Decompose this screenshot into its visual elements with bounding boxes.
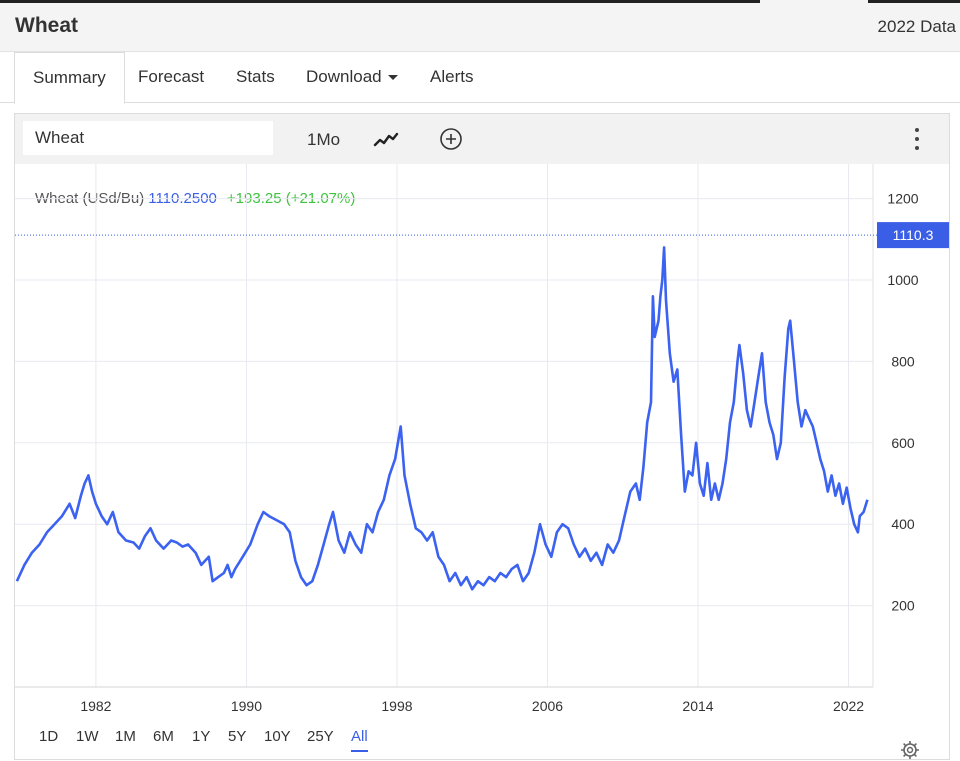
price-chart[interactable]: 1982 1990 1998 2006 2014 2022 200 400 600 800 100…	[15, 164, 949, 759]
more-menu-icon[interactable]	[903, 126, 931, 152]
range-1y[interactable]: 1Y	[192, 728, 210, 745]
y-tick-label: 1200	[887, 191, 918, 207]
x-tick-label: 2022	[833, 698, 864, 714]
tab-bar: Summary Forecast Stats Download Alerts	[0, 52, 960, 104]
y-tick-label: 1000	[887, 272, 918, 288]
tab-alerts[interactable]: Alerts	[430, 52, 473, 103]
y-tick-label: 800	[891, 353, 915, 369]
x-tick-label: 1998	[381, 698, 412, 714]
x-tick-label: 2014	[682, 698, 713, 714]
y-tick-label: 600	[891, 435, 915, 451]
chart-toolbar: 1Mo	[15, 114, 949, 164]
tab-stats[interactable]: Stats	[236, 52, 275, 103]
x-tick-label: 2006	[532, 698, 563, 714]
y-axis: 200 400 600 800 1000 1200	[887, 191, 918, 614]
tab-forecast[interactable]: Forecast	[138, 52, 204, 103]
x-tick-label: 1982	[80, 698, 111, 714]
y-tick-label: 200	[891, 598, 915, 614]
symbol-input[interactable]	[23, 121, 273, 155]
range-5y[interactable]: 5Y	[228, 728, 246, 745]
chart-grid	[15, 164, 874, 688]
top-accent-line	[0, 0, 760, 3]
page-title: Wheat	[15, 14, 78, 37]
range-25y[interactable]: 25Y	[307, 728, 334, 745]
x-axis: 1982 1990 1998 2006 2014 2022	[80, 698, 864, 714]
top-bar: Wheat 2022 Data	[0, 0, 960, 52]
top-accent-line-right	[868, 0, 960, 3]
range-10y[interactable]: 10Y	[264, 728, 291, 745]
tab-summary[interactable]: Summary	[14, 52, 125, 104]
x-tick-label: 1990	[231, 698, 262, 714]
data-year-label: 2022 Data	[877, 17, 956, 36]
compare-add-icon[interactable]	[437, 126, 465, 152]
range-1w[interactable]: 1W	[76, 728, 99, 745]
last-price-label: 1110.3	[893, 227, 934, 243]
range-1d[interactable]: 1D	[39, 728, 58, 745]
range-1m[interactable]: 1M	[115, 728, 136, 745]
interval-selector[interactable]: 1Mo	[307, 130, 340, 150]
tab-download[interactable]: Download	[306, 52, 398, 103]
y-tick-label: 400	[891, 516, 915, 532]
chevron-down-icon	[387, 75, 398, 81]
range-all[interactable]: All	[351, 728, 368, 752]
last-price-tag: 1110.3	[877, 222, 949, 249]
range-selector: 1D 1W 1M 6M 1Y 5Y 10Y 25Y All	[15, 722, 415, 756]
series-line-wheat	[15, 246, 869, 591]
tab-download-label: Download	[306, 67, 382, 86]
settings-gear-icon	[901, 741, 919, 759]
chart-panel: 1Mo Wheat (USd/Bu)1110.2500+193.25 (+21.…	[14, 113, 950, 760]
chart-type-icon[interactable]	[372, 126, 400, 152]
range-6m[interactable]: 6M	[153, 728, 174, 745]
